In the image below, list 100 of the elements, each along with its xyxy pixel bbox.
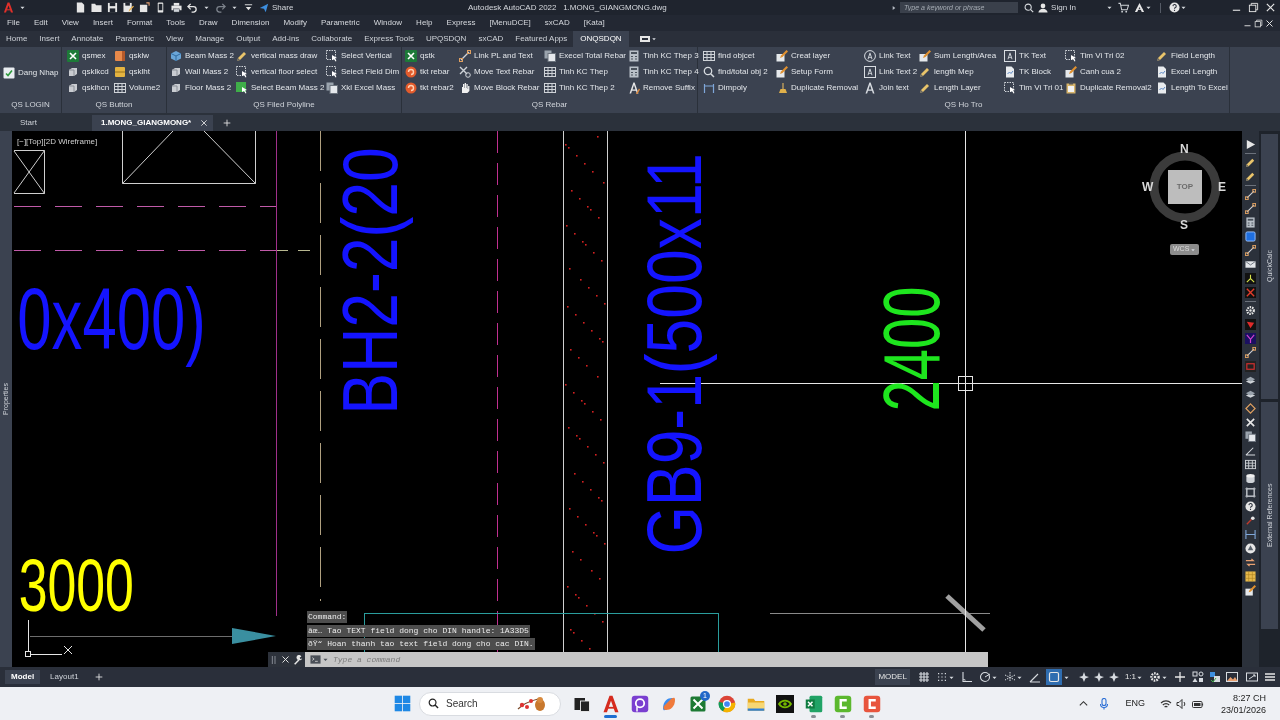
ribbon-button[interactable]: Setup Form (776, 64, 833, 80)
ribbon-button[interactable]: qsklkcd (67, 64, 109, 80)
ribbon-button[interactable]: Tim Vi Tri 02 (1065, 48, 1125, 64)
compass-direction[interactable]: S (1180, 218, 1188, 232)
ribbon-tab[interactable]: Add-ins (266, 31, 306, 47)
wifi-icon[interactable] (1159, 697, 1172, 710)
restore-icon[interactable] (1248, 2, 1259, 13)
angle-icon[interactable] (1028, 671, 1041, 683)
folder-icon[interactable] (91, 2, 102, 13)
ribbon-button[interactable]: Remove Suffix (628, 80, 695, 96)
menu-item[interactable]: Modify (276, 15, 314, 31)
isolate-icon[interactable] (1209, 671, 1221, 683)
square-icon[interactable] (1245, 231, 1256, 242)
undo-icon[interactable] (187, 2, 198, 13)
menu-item[interactable]: Edit (26, 15, 55, 31)
command-input[interactable]: Type a command (333, 653, 988, 666)
printer-icon[interactable] (171, 2, 182, 13)
ribbon-button[interactable]: vertical mass draw (236, 48, 318, 64)
ribbon-button[interactable]: Length To Excel (1156, 80, 1228, 96)
file-tab[interactable]: 1.MONG_GIANGMONG* (92, 115, 214, 131)
taskbar-search-box[interactable]: Search (419, 691, 561, 716)
annotation-scale-button[interactable]: 1:1 (1124, 671, 1136, 683)
new-file-icon[interactable] (75, 2, 86, 13)
gear-icon[interactable] (1149, 671, 1161, 683)
redo-icon[interactable] (215, 2, 226, 13)
ribbon-tab[interactable]: UPQSDQN (419, 31, 473, 47)
menu-item[interactable]: File (0, 15, 27, 31)
angle-icon[interactable] (1245, 445, 1256, 456)
shapes-icon[interactable] (1192, 671, 1204, 683)
cart-icon[interactable] (1118, 2, 1129, 13)
caret-icon[interactable] (1180, 4, 1187, 11)
ribbon-button[interactable]: Tinh KC Thep 2 (544, 80, 615, 96)
compass-direction[interactable]: E (1218, 180, 1226, 194)
graphics-icon[interactable] (1226, 671, 1238, 683)
menu-item[interactable]: Format (119, 15, 160, 31)
ribbon-button[interactable]: Join text (864, 80, 909, 96)
ribbon-button[interactable]: Link Text (864, 48, 911, 64)
copy-icon[interactable] (1245, 431, 1256, 442)
menu-item[interactable]: sxCAD (537, 15, 577, 31)
fullscreen-icon[interactable] (1246, 671, 1258, 683)
upload-icon[interactable] (139, 2, 150, 13)
share-button[interactable]: Share (259, 1, 294, 14)
ribbon-tab[interactable]: ONQSDQN (573, 31, 629, 47)
ribbon-button[interactable]: Tinh KC Thep 3 (628, 48, 699, 64)
layers-icon[interactable] (1245, 389, 1256, 400)
polar-icon[interactable] (978, 671, 991, 683)
phone-icon[interactable] (155, 2, 166, 13)
menu-item[interactable]: Dimension (224, 15, 277, 31)
link-icon[interactable] (1245, 189, 1256, 200)
menu-item[interactable]: Parametric (313, 15, 367, 31)
fork-icon[interactable] (1245, 333, 1256, 344)
restore-icon[interactable] (1254, 18, 1263, 28)
ribbon-button[interactable]: vertical floor select (236, 64, 318, 80)
search-icon[interactable] (1024, 2, 1035, 13)
ribbon-button[interactable]: Canh cua 2 (1065, 64, 1121, 80)
grip-icon[interactable] (270, 655, 278, 664)
dimension-icon[interactable] (1245, 529, 1256, 540)
ribbon-button[interactable]: Duplicate Removal (776, 80, 859, 96)
ribbon-tab[interactable]: Parametric (109, 31, 161, 47)
caret-icon[interactable] (322, 656, 329, 663)
menu-item[interactable]: Insert (85, 15, 120, 31)
close-icon[interactable] (1265, 18, 1274, 28)
ribbon-button[interactable]: find objcet (703, 48, 755, 64)
caret-icon[interactable] (203, 4, 210, 11)
corner-icon[interactable] (960, 671, 973, 683)
app-logo-icon[interactable] (3, 2, 14, 13)
ribbon-tab[interactable]: Output (230, 31, 267, 47)
ribbon-button[interactable]: Duplicate Removal2 (1065, 80, 1152, 96)
speaker-icon[interactable] (1175, 697, 1188, 710)
ribbon-button[interactable]: Creat layer (776, 48, 831, 64)
link-icon[interactable] (1245, 203, 1256, 214)
ribbon-button[interactable]: tkt rebar (405, 64, 450, 80)
panel-toggle-icon[interactable] (638, 33, 651, 45)
command-bar[interactable]: Type a command (305, 652, 988, 667)
menu-item[interactable]: [Kata] (576, 15, 612, 31)
plus-icon[interactable] (1174, 671, 1186, 683)
gear-icon[interactable] (1245, 305, 1256, 316)
start-icon[interactable] (394, 695, 411, 712)
menu-item[interactable]: Help (409, 15, 440, 31)
layout-tab[interactable]: Model (5, 670, 41, 684)
menu-item[interactable]: Express (439, 15, 483, 31)
isometric-icon[interactable] (1003, 671, 1016, 683)
ribbon-button[interactable]: Tinh KC Thep 4 (628, 64, 699, 80)
pencil-icon[interactable] (1245, 171, 1256, 182)
ribbon-button[interactable]: qsklhcn (67, 80, 110, 96)
menu-item[interactable]: Window (366, 15, 410, 31)
sign-in-button[interactable]: Sign In (1051, 1, 1076, 14)
close-icon[interactable] (200, 119, 209, 127)
calculator-icon[interactable] (1245, 217, 1256, 228)
ribbon-button[interactable]: Move Block Rebar (459, 80, 540, 96)
pin-icon[interactable] (1245, 515, 1256, 526)
menu-item[interactable]: [MenuDCE] (482, 15, 538, 31)
customize-icon[interactable] (243, 2, 254, 13)
user-icon[interactable] (1038, 2, 1049, 13)
pencil-icon[interactable] (1245, 157, 1256, 168)
dot-grid-icon[interactable] (935, 671, 948, 683)
diamond-icon[interactable] (1245, 403, 1256, 414)
triangle-icon[interactable] (1245, 543, 1256, 554)
layers-icon[interactable] (1245, 375, 1256, 386)
save-as-icon[interactable] (123, 2, 134, 13)
